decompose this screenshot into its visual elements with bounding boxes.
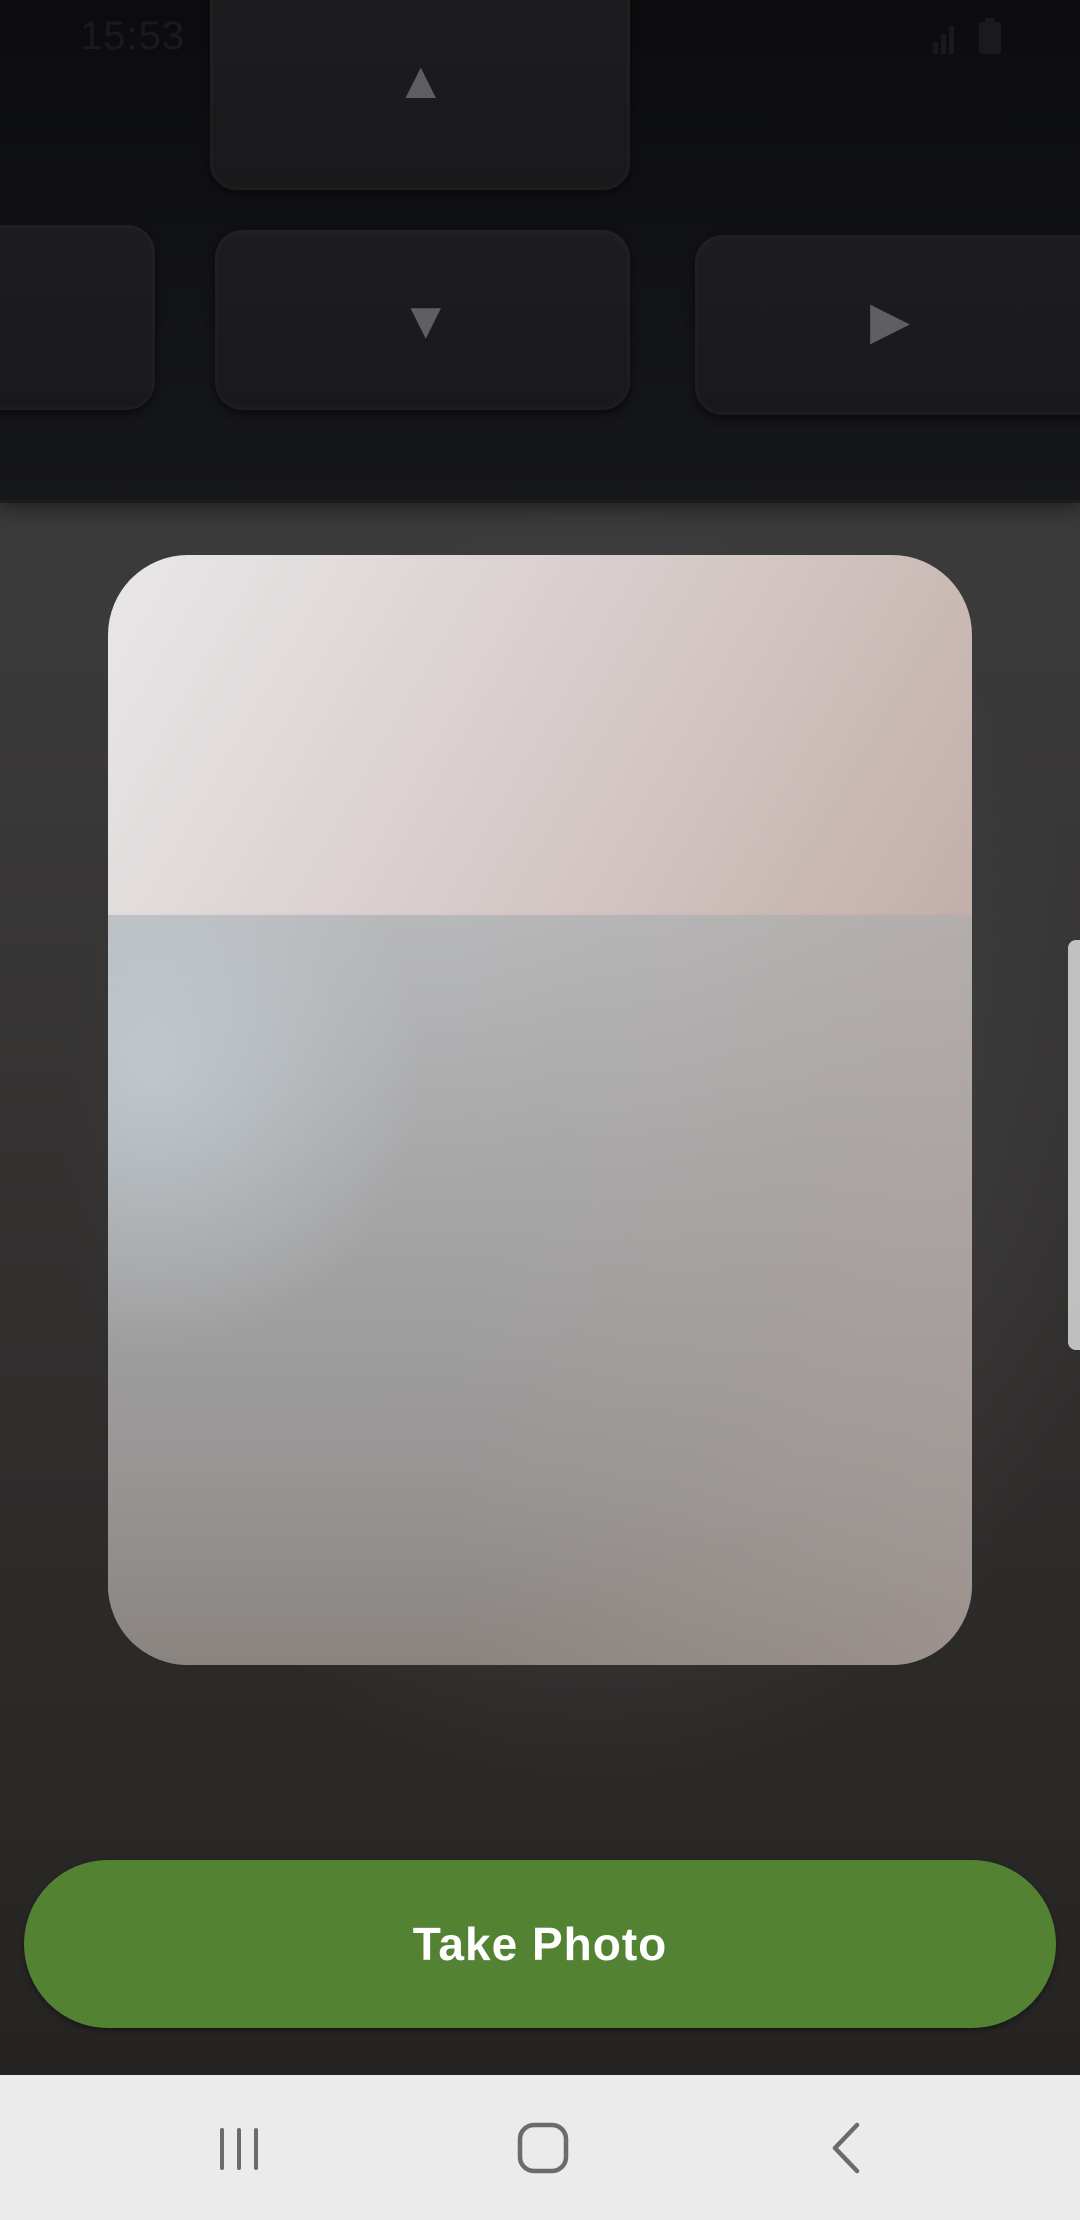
keyboard-background: ▲ ▼ ▶ — [0, 0, 1080, 503]
camera-capture-screen: ▲ ▼ ▶ 15:53 Take Photo — [0, 0, 1080, 2220]
preview-shadow — [108, 915, 972, 1665]
system-navigation-bar — [0, 2075, 1080, 2220]
status-time: 15:53 — [80, 14, 186, 58]
home-icon — [517, 2122, 569, 2173]
signal-icon — [933, 26, 954, 54]
take-photo-button[interactable]: Take Photo — [24, 1860, 1056, 2028]
camera-viewfinder: ▲ ▼ ▶ — [0, 0, 1080, 2075]
status-bar: 15:53 — [0, 0, 1080, 70]
edge-panel-handle[interactable] — [1068, 940, 1080, 1350]
back-icon — [832, 2122, 860, 2173]
recent-apps-icon — [220, 2127, 258, 2170]
down-arrow-icon: ▼ — [400, 292, 452, 350]
back-button[interactable] — [767, 2075, 927, 2220]
keyboard-key-down: ▼ — [215, 230, 630, 410]
keyboard-key-right: ▶ — [695, 235, 1080, 415]
battery-icon — [979, 18, 1001, 54]
keyboard-key-left — [0, 225, 155, 410]
capture-preview-frame — [108, 555, 972, 1665]
recent-apps-button[interactable] — [160, 2075, 320, 2220]
home-button[interactable] — [463, 2075, 623, 2220]
right-arrow-icon: ▶ — [870, 292, 910, 350]
